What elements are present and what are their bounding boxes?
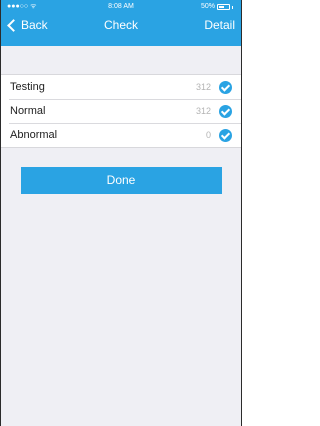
- item-count: 312: [195, 106, 211, 116]
- list-item-testing: Testing 312: [1, 75, 241, 99]
- item-label: Testing: [10, 81, 45, 93]
- battery-indicator: 50%: [201, 0, 233, 14]
- item-count: 312: [195, 82, 211, 92]
- check-icon: [219, 129, 232, 142]
- item-label: Abnormal: [10, 129, 58, 141]
- list-item-abnormal: Abnormal 0: [1, 123, 241, 147]
- item-label: Normal: [10, 105, 46, 117]
- detail-button[interactable]: Detail: [204, 14, 235, 36]
- check-icon: [219, 105, 232, 118]
- item-count: 0: [205, 130, 211, 140]
- battery-tip: [232, 5, 233, 9]
- phone-screen: ●●●○○ ᯤ 8:08 AM 50% Back Check Detail Te…: [0, 0, 242, 426]
- battery-icon: [217, 4, 230, 10]
- battery-percent: 50%: [200, 3, 215, 10]
- list-item-normal: Normal 312: [1, 99, 241, 123]
- check-list: Testing 312 Normal 312 Abnormal 0: [1, 74, 241, 148]
- top-bar: ●●●○○ ᯤ 8:08 AM 50% Back Check Detail: [1, 0, 241, 46]
- done-button[interactable]: Done: [20, 167, 222, 194]
- status-bar: ●●●○○ ᯤ 8:08 AM 50%: [1, 0, 241, 14]
- check-icon: [219, 81, 232, 94]
- nav-bar: Back Check Detail: [1, 14, 241, 46]
